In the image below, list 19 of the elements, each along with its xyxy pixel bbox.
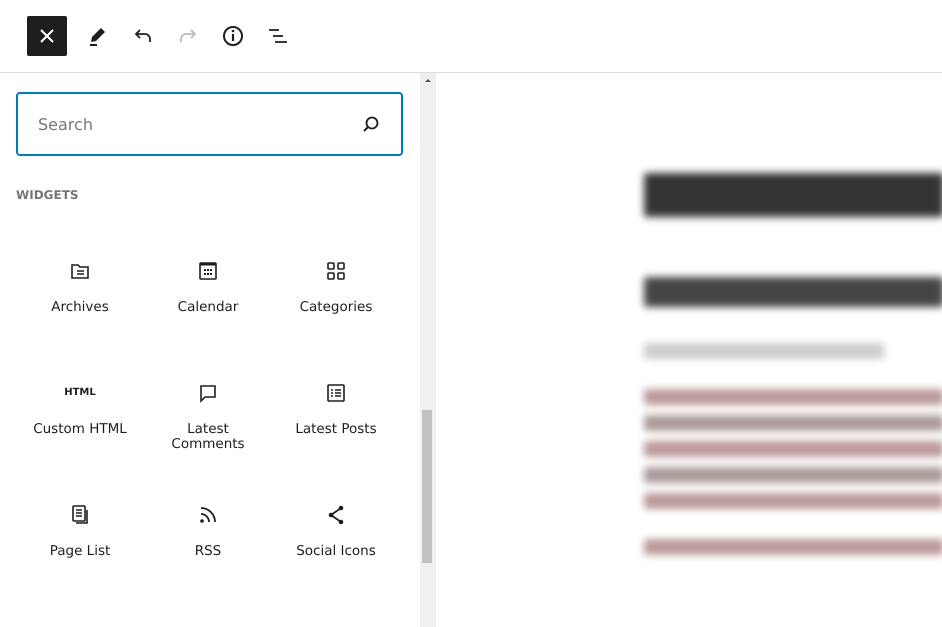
block-item[interactable]: Calendar bbox=[144, 253, 272, 331]
search-field[interactable]: Search bbox=[16, 92, 403, 156]
block-item[interactable]: HTML Custom HTML bbox=[16, 375, 144, 453]
info-icon bbox=[221, 24, 245, 48]
block-item[interactable]: Categories bbox=[272, 253, 400, 331]
scrollbar[interactable] bbox=[420, 73, 436, 627]
block-item[interactable]: Archives bbox=[16, 253, 144, 331]
block-item[interactable]: RSS bbox=[144, 497, 272, 575]
close-button[interactable] bbox=[27, 16, 67, 56]
list-icon bbox=[324, 381, 348, 405]
block-item[interactable]: Latest Comments bbox=[144, 375, 272, 453]
block-item[interactable]: Social Icons bbox=[272, 497, 400, 575]
html-icon: HTML bbox=[64, 381, 96, 405]
grid-icon bbox=[324, 259, 348, 283]
block-item[interactable]: Page List bbox=[16, 497, 144, 575]
block-item[interactable]: Latest Posts bbox=[272, 375, 400, 453]
section-heading: WIDGETS bbox=[16, 188, 79, 202]
scrollbar-thumb[interactable] bbox=[422, 410, 432, 563]
calendar-icon bbox=[196, 259, 220, 283]
